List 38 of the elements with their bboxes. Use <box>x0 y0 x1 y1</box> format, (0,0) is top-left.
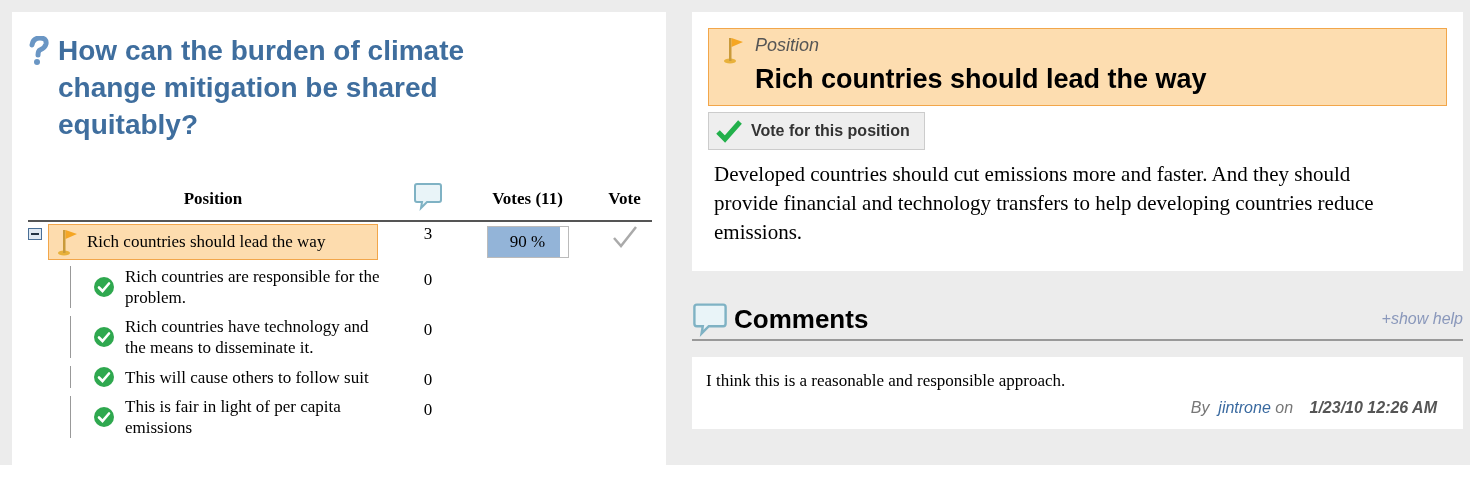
comment-count: 0 <box>422 319 434 341</box>
check-circle-icon <box>93 406 115 428</box>
position-label: Rich countries should lead the way <box>87 232 326 252</box>
vote-check-icon[interactable] <box>610 224 639 250</box>
flag-icon <box>723 35 745 65</box>
vote-button[interactable]: Vote for this position <box>708 112 925 150</box>
argument-label: Rich countries are responsible for the problem. <box>125 266 381 308</box>
comment-icon <box>692 301 728 337</box>
comment-date: 1/23/10 12:26 AM <box>1309 399 1437 416</box>
position-label: Position <box>755 35 821 56</box>
question-title: How can the burden of climate change mitigation be shared equitably? <box>58 34 466 142</box>
check-circle-icon <box>93 276 115 298</box>
check-circle-icon <box>93 326 115 348</box>
comment-count: 3 <box>398 221 458 262</box>
flag-icon <box>57 227 79 257</box>
comment-count: 0 <box>422 369 434 391</box>
column-header: Vote <box>597 177 652 221</box>
check-circle-icon <box>93 366 115 388</box>
comment-text: I think this is a reasonable and responsible approach. <box>706 371 1067 391</box>
argument-label: This will cause others to follow suit <box>125 366 370 388</box>
on-label: on <box>1275 399 1294 416</box>
position-description: Developed countries should cut emissions more and faster. And they should provide financial and technology transfers to help developing countries reduce emissions. <box>714 161 1375 246</box>
comments-title: Comments <box>734 303 869 335</box>
collapse-toggle[interactable] <box>28 228 42 240</box>
comment-icon <box>413 181 443 211</box>
argument-label: Rich countries have technology and the means to disseminate it. <box>125 316 370 358</box>
comment-count: 0 <box>422 399 434 421</box>
author-link[interactable]: jintrone <box>1218 399 1271 416</box>
check-icon <box>715 119 743 143</box>
column-header: Votes (11) <box>458 177 597 221</box>
argument-label: This is fair in light of per capita emissions <box>125 396 342 438</box>
position-title: Rich countries should lead the way <box>755 64 1207 95</box>
comment-count: 0 <box>422 269 434 291</box>
by-label: By <box>1190 399 1210 416</box>
position-row[interactable]: Rich countries should lead the way <box>48 224 378 260</box>
vote-percentage: 90 % <box>508 231 547 253</box>
question-mark-icon <box>28 36 50 66</box>
column-header: Position <box>28 177 398 221</box>
